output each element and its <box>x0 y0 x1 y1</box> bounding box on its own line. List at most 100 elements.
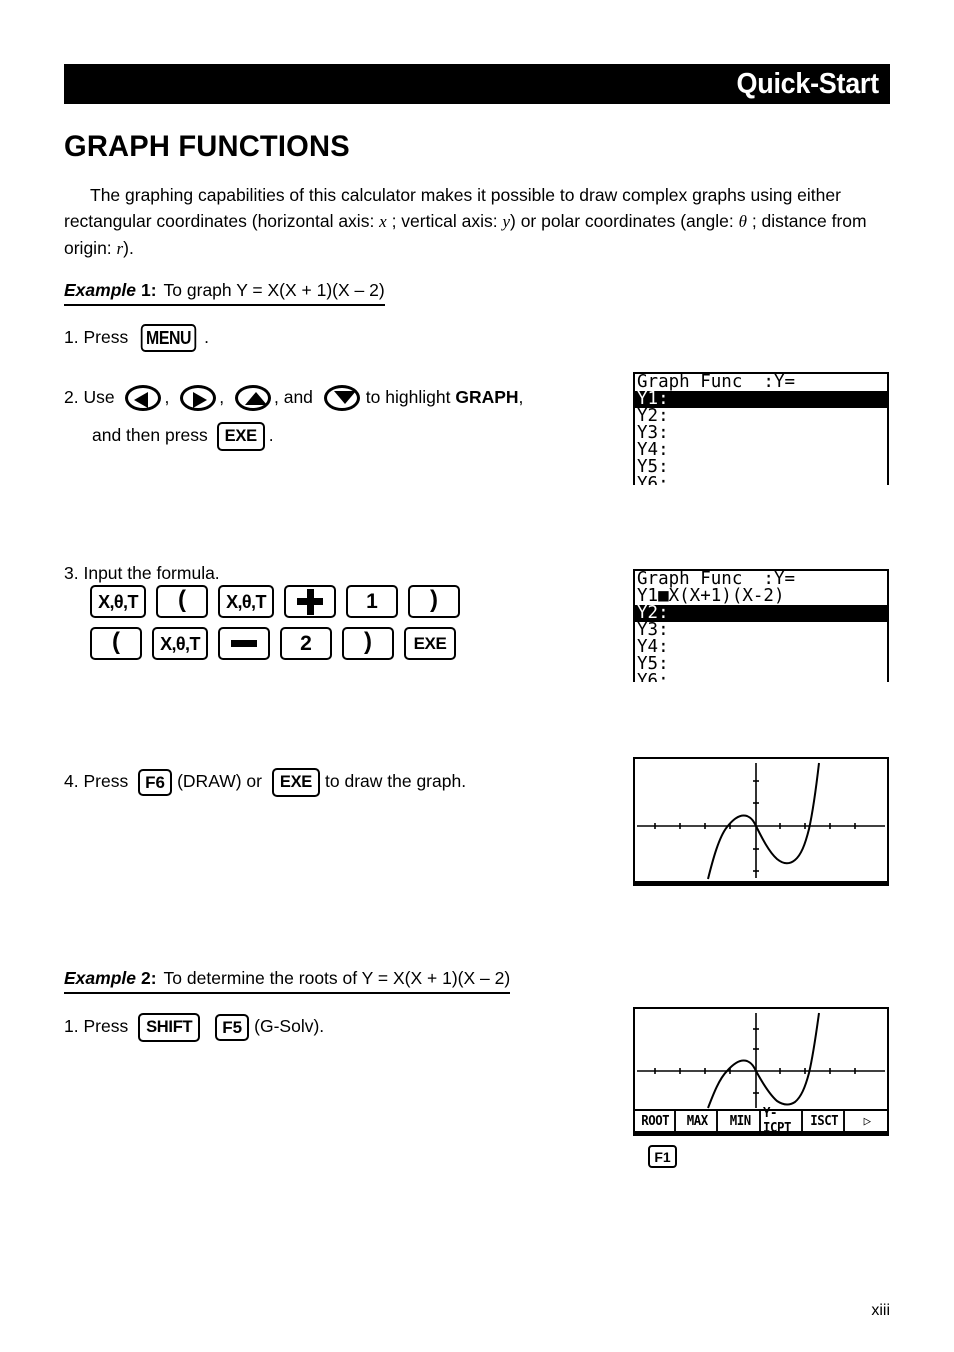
minus-icon <box>231 631 257 657</box>
fmenu-next-icon[interactable]: ▷ <box>848 1111 886 1131</box>
example-2-step-1: 1. Press SHIFT F5 (G-Solv). <box>64 1011 324 1042</box>
step-2-comma-4: , <box>518 387 524 407</box>
shift-key[interactable]: SHIFT <box>138 1012 201 1042</box>
variable-x: x <box>379 212 387 231</box>
step-2-and-then-press: and then press <box>92 425 208 445</box>
lcd-screen-1: Graph Func :Y= Y1: Y2: Y3: Y4: Y5: Y6: <box>633 372 889 485</box>
lcd-graph-screen-1 <box>633 757 889 886</box>
example-1-word: Example <box>64 280 136 300</box>
example-1-text: To graph Y = X(X + 1)(X – 2) <box>163 280 385 300</box>
open-paren-key[interactable]: ( <box>156 585 208 618</box>
g-solv-label: (G-Solv). <box>254 1016 325 1036</box>
step-2-use-label: Use <box>83 387 115 407</box>
x-theta-t-key[interactable]: X,θ,T <box>90 585 146 618</box>
example-1-step-1: 1. Press MENU. <box>64 322 209 353</box>
one-key[interactable]: 1 <box>346 585 398 618</box>
example-2-number: 2: <box>140 968 157 988</box>
lcd-2-row-0-value: ■X(X+1)(X-2) <box>658 586 785 606</box>
lcd-screen-2: Graph Func :Y= Y1■X(X+1)(X-2) Y2: Y3: Y4… <box>633 569 889 682</box>
lcd-2-row-3: Y4: <box>637 637 669 657</box>
function-menu-bar: ROOT MAX MIN Y-ICPT ISCT ▷ <box>635 1106 887 1136</box>
close-paren-key-2[interactable]: ) <box>342 627 394 660</box>
exe-key[interactable]: EXE <box>216 421 265 451</box>
fmenu-y-icpt[interactable]: Y-ICPT <box>763 1106 804 1136</box>
page-title: GRAPH FUNCTIONS <box>64 130 350 163</box>
step-2-comma-2: , <box>219 387 225 407</box>
x-theta-t-key-label: X,θ,T <box>98 591 138 612</box>
arrow-left-icon[interactable] <box>125 385 162 412</box>
x-theta-t-key-2[interactable]: X,θ,T <box>218 585 274 618</box>
lcd-1-row-2: Y3: <box>637 423 669 443</box>
f6-key[interactable]: F6 <box>138 768 173 796</box>
quick-start-banner: Quick-Start <box>64 64 890 104</box>
minus-key[interactable] <box>218 627 270 660</box>
example-2-press-label: Press <box>83 1016 129 1036</box>
intro-text-5: ). <box>123 238 134 258</box>
example-1-step-4: 4. Press F6 (DRAW) or EXE to draw the grap… <box>64 766 466 797</box>
fmenu-isct[interactable]: ISCT <box>805 1111 846 1131</box>
arrow-right-icon[interactable] <box>180 385 217 412</box>
lcd-1-row-5: Y6: <box>637 474 669 485</box>
f5-key[interactable]: F5 <box>215 1013 250 1041</box>
arrow-up-icon[interactable] <box>234 385 271 412</box>
lcd-1-row-3: Y4: <box>637 440 669 460</box>
plus-icon <box>297 588 323 615</box>
step-1-number: 1. <box>64 327 79 347</box>
step-2-to-highlight: to highlight <box>365 387 451 407</box>
lcd-1-row-0: Y1: <box>635 390 887 408</box>
fmenu-root[interactable]: ROOT <box>636 1111 677 1131</box>
step-4-press-label: Press <box>83 771 129 791</box>
step-4-number: 4. <box>64 771 79 791</box>
step-3-key-row-1: X,θ,T ( X,θ,T 1 ) <box>90 585 460 618</box>
step-2-comma-3: , and <box>273 387 313 407</box>
example-1-heading: Example 1: To graph Y = X(X + 1)(X – 2) <box>64 280 385 306</box>
lcd-1-row-4: Y5: <box>637 457 669 477</box>
page-number: xiii <box>871 1302 890 1319</box>
exe-key-2[interactable]: EXE <box>404 627 456 660</box>
step-4-draw-label: (DRAW) or <box>177 771 262 791</box>
example-1-number: 1: <box>140 280 157 300</box>
step-2-period: . <box>268 425 274 445</box>
step-3-key-row-2: ( X,θ,T 2 ) EXE <box>90 627 456 660</box>
graph-plot-1 <box>637 762 885 880</box>
example-2-heading: Example 2: To determine the roots of Y = X… <box>64 968 511 994</box>
x-theta-t-key-3-label: X,θ,T <box>160 633 200 654</box>
lcd-2-row-0: Y1■X(X+1)(X-2) <box>635 586 887 606</box>
step-3-text: Input the formula. <box>83 563 220 583</box>
intro-text-3: ) or polar coordinates (angle: <box>510 211 739 231</box>
close-paren-key[interactable]: ) <box>408 585 460 618</box>
lcd-2-row-4: Y5: <box>637 654 669 674</box>
step-2-number: 2. <box>64 387 79 407</box>
exe-key-3[interactable]: EXE <box>271 767 320 797</box>
lcd-2-row-1: Y2: <box>635 604 887 622</box>
variable-y: y <box>502 212 510 231</box>
example-1-step-2: 2. Use , , , and to highlight GRAPH, <box>64 382 523 412</box>
two-key[interactable]: 2 <box>280 627 332 660</box>
plus-key[interactable] <box>284 585 336 618</box>
f1-key[interactable]: F1 <box>648 1145 677 1168</box>
step-1-press-label: Press <box>83 327 129 347</box>
step-3-number: 3. <box>64 563 79 583</box>
x-theta-t-key-2-label: X,θ,T <box>226 591 266 612</box>
x-theta-t-key-3[interactable]: X,θ,T <box>152 627 208 660</box>
example-1-step-2-cont: and then press EXE. <box>92 420 274 451</box>
arrow-down-icon[interactable] <box>323 385 360 412</box>
lcd-2-row-5: Y6: <box>637 671 669 682</box>
menu-key[interactable]: MENU <box>140 324 197 353</box>
lcd-2-row-2: Y3: <box>637 620 669 640</box>
lcd-graph-screen-2: ROOT MAX MIN Y-ICPT ISCT ▷ <box>633 1007 889 1136</box>
banner-title: Quick-Start <box>736 67 880 100</box>
example-1-step-3: 3. Input the formula. <box>64 558 220 588</box>
intro-paragraph: The graphing capabilities of this calcul… <box>64 182 892 262</box>
lcd-1-row-1: Y2: <box>637 406 669 426</box>
f1-key-annotation: F1 <box>648 1145 677 1168</box>
fmenu-min[interactable]: MIN <box>721 1111 761 1131</box>
example-2-step-1-number: 1. <box>64 1016 79 1036</box>
open-paren-key-2[interactable]: ( <box>90 627 142 660</box>
graph-mode-label: GRAPH <box>455 387 519 407</box>
step-4-tail: to draw the graph. <box>325 771 467 791</box>
fmenu-max[interactable]: MAX <box>678 1111 719 1131</box>
example-2-text: To determine the roots of Y = X(X + 1)(X… <box>163 968 511 988</box>
step-1-period: . <box>204 327 209 347</box>
variable-theta: θ <box>738 212 747 231</box>
